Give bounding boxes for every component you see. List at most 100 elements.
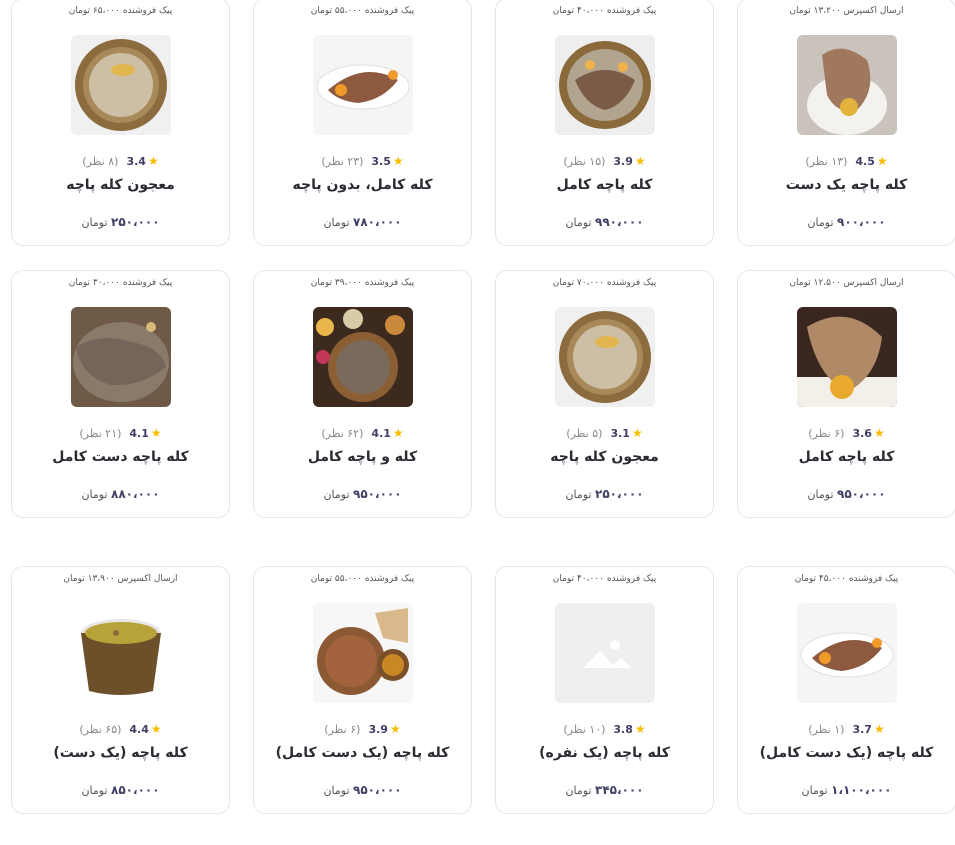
- price-currency: تومان: [323, 488, 350, 501]
- product-card[interactable]: ارسال اکسپرس ۱۲،۵۰۰ تومان ★3.6 (۶ نظر) کله …: [737, 270, 955, 518]
- product-card[interactable]: پیک فروشنده ۵۵،۰۰۰ تومان ★3.9 (۶ نظر) کله پ…: [253, 566, 472, 814]
- review-count: (۵ نظر): [566, 427, 603, 440]
- price-currency: تومان: [81, 216, 108, 229]
- star-icon: ★: [876, 154, 888, 168]
- price-amount: ۳۴۵،۰۰۰: [595, 783, 644, 797]
- product-title[interactable]: معجون کله پاچه: [502, 449, 707, 465]
- product-rating: ★4.1 (۲۱ نظر): [12, 426, 229, 440]
- product-title[interactable]: کله پاچه دست کامل: [18, 449, 223, 465]
- product-price: ۸۵۰،۰۰۰ تومان: [12, 783, 229, 797]
- product-image[interactable]: [70, 307, 171, 407]
- price-amount: ۹۵۰،۰۰۰: [837, 487, 886, 501]
- delivery-fee: ارسال اکسپرس ۱۳،۲۰۰ تومان: [789, 6, 904, 16]
- price-amount: ۸۸۰،۰۰۰: [111, 487, 160, 501]
- product-image[interactable]: [554, 307, 655, 407]
- price-amount: ۹۵۰،۰۰۰: [353, 783, 402, 797]
- product-image[interactable]: [796, 307, 897, 407]
- product-image[interactable]: [312, 307, 413, 407]
- product-card[interactable]: ارسال اکسپرس ۱۳،۹۰۰ تومان ★4.4 (۶۵ نظر) کله…: [11, 566, 230, 814]
- product-price: ۹۹۰،۰۰۰ تومان: [496, 215, 713, 229]
- product-rating: ★3.1 (۵ نظر): [496, 426, 713, 440]
- product-image[interactable]: [70, 35, 171, 135]
- product-price: ۲۵۰،۰۰۰ تومان: [496, 487, 713, 501]
- rating-score: 3.6: [852, 427, 872, 440]
- product-rating: ★4.5 (۱۳ نظر): [738, 154, 955, 168]
- product-rating: ★3.9 (۶ نظر): [254, 722, 471, 736]
- product-title[interactable]: کله پاچه یک دست: [744, 177, 949, 193]
- product-rating: ★4.1 (۶۲ نظر): [254, 426, 471, 440]
- star-icon: ★: [150, 426, 162, 440]
- product-title[interactable]: کله پاچه کامل: [744, 449, 949, 465]
- product-image[interactable]: [312, 35, 413, 135]
- product-price: ۹۵۰،۰۰۰ تومان: [254, 487, 471, 501]
- product-price: ۹۵۰،۰۰۰ تومان: [254, 783, 471, 797]
- rating-score: 3.4: [126, 155, 146, 168]
- product-price: ۱،۱۰۰،۰۰۰ تومان: [738, 783, 955, 797]
- product-image[interactable]: [554, 603, 655, 703]
- delivery-fee: پیک فروشنده ۴۰،۰۰۰ تومان: [552, 6, 657, 16]
- delivery-fee: پیک فروشنده ۷۰،۰۰۰ تومان: [552, 278, 657, 288]
- review-count: (۶۵ نظر): [79, 723, 122, 736]
- review-count: (۶ نظر): [324, 723, 361, 736]
- price-currency: تومان: [81, 488, 108, 501]
- price-currency: تومان: [323, 784, 350, 797]
- product-image[interactable]: [796, 603, 897, 703]
- star-icon: ★: [873, 426, 885, 440]
- price-currency: تومان: [81, 784, 108, 797]
- price-amount: ۹۵۰،۰۰۰: [353, 487, 402, 501]
- product-card[interactable]: پیک فروشنده ۴۰،۰۰۰ تومان ★3.8 (۱۰ نظر) کله …: [495, 566, 714, 814]
- product-card[interactable]: پیک فروشنده ۶۵،۰۰۰ تومان ★3.4 (۸ نظر) معجون…: [11, 0, 230, 246]
- product-card[interactable]: پیک فروشنده ۵۵،۰۰۰ تومان ★3.5 (۲۳ نظر) کله …: [253, 0, 472, 246]
- rating-score: 4.1: [371, 427, 391, 440]
- rating-score: 3.9: [613, 155, 633, 168]
- product-title[interactable]: کله پاچه (یک دست): [18, 745, 223, 761]
- product-card[interactable]: ارسال اکسپرس ۱۳،۲۰۰ تومان ★4.5 (۱۳ نظر) کله…: [737, 0, 955, 246]
- price-amount: ۲۵۰،۰۰۰: [111, 215, 160, 229]
- product-title[interactable]: کله کامل، بدون پاچه: [260, 177, 465, 193]
- product-title[interactable]: کله پاچه (یک دست کامل): [744, 745, 949, 761]
- rating-score: 3.9: [368, 723, 388, 736]
- product-image[interactable]: [70, 603, 171, 703]
- product-price: ۹۵۰،۰۰۰ تومان: [738, 487, 955, 501]
- star-icon: ★: [150, 722, 162, 736]
- delivery-fee: پیک فروشنده ۳۹،۰۰۰ تومان: [310, 278, 415, 288]
- price-amount: ۸۵۰،۰۰۰: [111, 783, 160, 797]
- price-amount: ۲۵۰،۰۰۰: [595, 487, 644, 501]
- product-title[interactable]: معجون کله پاچه: [18, 177, 223, 193]
- product-image[interactable]: [554, 35, 655, 135]
- product-title[interactable]: کله پاچه کامل: [502, 177, 707, 193]
- product-image[interactable]: [312, 603, 413, 703]
- product-rating: ★3.4 (۸ نظر): [12, 154, 229, 168]
- product-price: ۷۸۰،۰۰۰ تومان: [254, 215, 471, 229]
- star-icon: ★: [873, 722, 885, 736]
- product-title[interactable]: کله پاچه (یک نفره): [502, 745, 707, 761]
- rating-score: 4.5: [855, 155, 875, 168]
- product-rating: ★3.5 (۲۳ نظر): [254, 154, 471, 168]
- rating-score: 3.7: [852, 723, 872, 736]
- product-card[interactable]: پیک فروشنده ۷۰،۰۰۰ تومان ★3.1 (۵ نظر) معجون…: [495, 270, 714, 518]
- delivery-fee: پیک فروشنده ۳۰،۰۰۰ تومان: [68, 278, 173, 288]
- star-icon: ★: [631, 426, 643, 440]
- rating-score: 4.4: [129, 723, 149, 736]
- price-currency: تومان: [801, 784, 828, 797]
- star-icon: ★: [634, 722, 646, 736]
- product-card[interactable]: پیک فروشنده ۳۹،۰۰۰ تومان ★4.1 (۶۲ نظر) کله …: [253, 270, 472, 518]
- product-title[interactable]: کله و پاچه کامل: [260, 449, 465, 465]
- review-count: (۱۰ نظر): [563, 723, 606, 736]
- product-price: ۹۰۰،۰۰۰ تومان: [738, 215, 955, 229]
- product-rating: ★3.7 (۱ نظر): [738, 722, 955, 736]
- product-card[interactable]: پیک فروشنده ۴۰،۰۰۰ تومان ★3.9 (۱۵ نظر) کله …: [495, 0, 714, 246]
- price-amount: ۷۸۰،۰۰۰: [353, 215, 402, 229]
- product-image[interactable]: [796, 35, 897, 135]
- product-card[interactable]: پیک فروشنده ۳۰،۰۰۰ تومان ★4.1 (۲۱ نظر) کله …: [11, 270, 230, 518]
- product-price: ۳۴۵،۰۰۰ تومان: [496, 783, 713, 797]
- review-count: (۱۵ نظر): [563, 155, 606, 168]
- product-title[interactable]: کله پاچه (یک دست کامل): [260, 745, 465, 761]
- delivery-fee: ارسال اکسپرس ۱۳،۹۰۰ تومان: [63, 574, 178, 584]
- review-count: (۶ نظر): [808, 427, 845, 440]
- price-currency: تومان: [565, 216, 592, 229]
- product-card[interactable]: پیک فروشنده ۴۵،۰۰۰ تومان ★3.7 (۱ نظر) کله پ…: [737, 566, 955, 814]
- product-rating: ★4.4 (۶۵ نظر): [12, 722, 229, 736]
- delivery-fee: پیک فروشنده ۶۵،۰۰۰ تومان: [68, 6, 173, 16]
- price-currency: تومان: [807, 488, 834, 501]
